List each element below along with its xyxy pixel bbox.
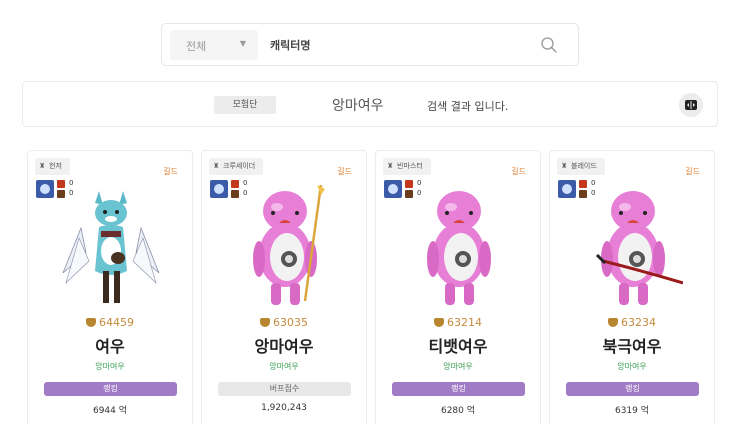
result-header: 모험단 앙마여우 검색 결과 입니다. xyxy=(22,81,718,127)
caret-down-icon: ▼ xyxy=(239,39,246,48)
view-toggle-icon xyxy=(685,100,697,110)
result-type-badge: 모험단 xyxy=(214,96,276,114)
stat-value: 6280 억 xyxy=(440,406,476,416)
ranking-badge: 랭킹 xyxy=(44,382,177,396)
ranking-badge: 랭킹 xyxy=(566,382,699,396)
job-tag: 크루세이더 xyxy=(209,158,264,175)
fame-score: 63214 xyxy=(376,316,540,329)
fame-value: 63234 xyxy=(621,316,656,329)
job-tag: 블레이드 xyxy=(557,158,605,175)
character-name[interactable]: 티뱃여우 xyxy=(376,333,540,357)
avatar-icon xyxy=(558,180,576,198)
search-input[interactable] xyxy=(270,36,520,54)
fame-icon xyxy=(260,318,270,327)
search-icon[interactable] xyxy=(540,36,558,54)
character-card[interactable]: 헌저 길드 0 0 64459 여우 앙마 xyxy=(27,150,193,424)
guild-label: 길드 xyxy=(337,167,352,176)
character-name[interactable]: 여우 xyxy=(28,333,192,357)
fame-icon xyxy=(608,318,618,327)
guild-label: 길드 xyxy=(163,167,178,176)
character-illustration xyxy=(409,183,509,311)
avatar-icon xyxy=(384,180,402,198)
character-card[interactable]: 크루세이더 길드 0 0 63035 앙마여우 앙마여우 버프점수 1,920,… xyxy=(201,150,367,424)
avatar-icon xyxy=(210,180,228,198)
character-card[interactable]: 빈마스터 길드 0 0 63214 티뱃여우 앙마여우 랭킹 6280 억 xyxy=(375,150,541,424)
adventure-name: 앙마여우 xyxy=(269,362,299,371)
result-suffix: 검색 결과 입니다. xyxy=(427,100,509,113)
character-name[interactable]: 앙마여우 xyxy=(202,333,366,357)
fame-icon xyxy=(434,318,444,327)
adventure-name: 앙마여우 xyxy=(95,362,125,371)
fame-score: 64459 xyxy=(28,316,192,329)
character-card[interactable]: 블레이드 길드 0 0 63234 북극여우 앙마여우 랭킹 6319 억 xyxy=(549,150,715,424)
server-select-label: 전체 xyxy=(186,40,207,53)
character-illustration xyxy=(235,183,335,311)
stat-value: 6944 억 xyxy=(92,406,128,416)
ranking-badge: 버프점수 xyxy=(218,382,351,396)
result-query: 앙마여우 xyxy=(332,98,384,114)
stat-value: 6319 억 xyxy=(614,406,650,416)
view-toggle-button[interactable] xyxy=(679,93,703,117)
fame-value: 63035 xyxy=(273,316,308,329)
character-name[interactable]: 북극여우 xyxy=(550,333,714,357)
fame-score: 63234 xyxy=(550,316,714,329)
job-tag: 빈마스터 xyxy=(383,158,431,175)
ranking-badge: 랭킹 xyxy=(392,382,525,396)
fame-icon xyxy=(86,318,96,327)
guild-label: 길드 xyxy=(685,167,700,176)
job-tag: 헌저 xyxy=(35,158,70,175)
stat-value: 1,920,243 xyxy=(261,403,307,413)
adventure-name: 앙마여우 xyxy=(617,362,647,371)
character-illustration xyxy=(583,183,684,311)
fame-score: 63035 xyxy=(202,316,366,329)
search-bar: 전체 ▼ xyxy=(161,23,579,66)
adventure-name: 앙마여우 xyxy=(443,362,473,371)
character-illustration xyxy=(61,183,161,311)
fame-value: 63214 xyxy=(447,316,482,329)
avatar-icon xyxy=(36,180,54,198)
fame-value: 64459 xyxy=(99,316,134,329)
server-select[interactable]: 전체 ▼ xyxy=(170,30,258,60)
guild-label: 길드 xyxy=(511,167,526,176)
